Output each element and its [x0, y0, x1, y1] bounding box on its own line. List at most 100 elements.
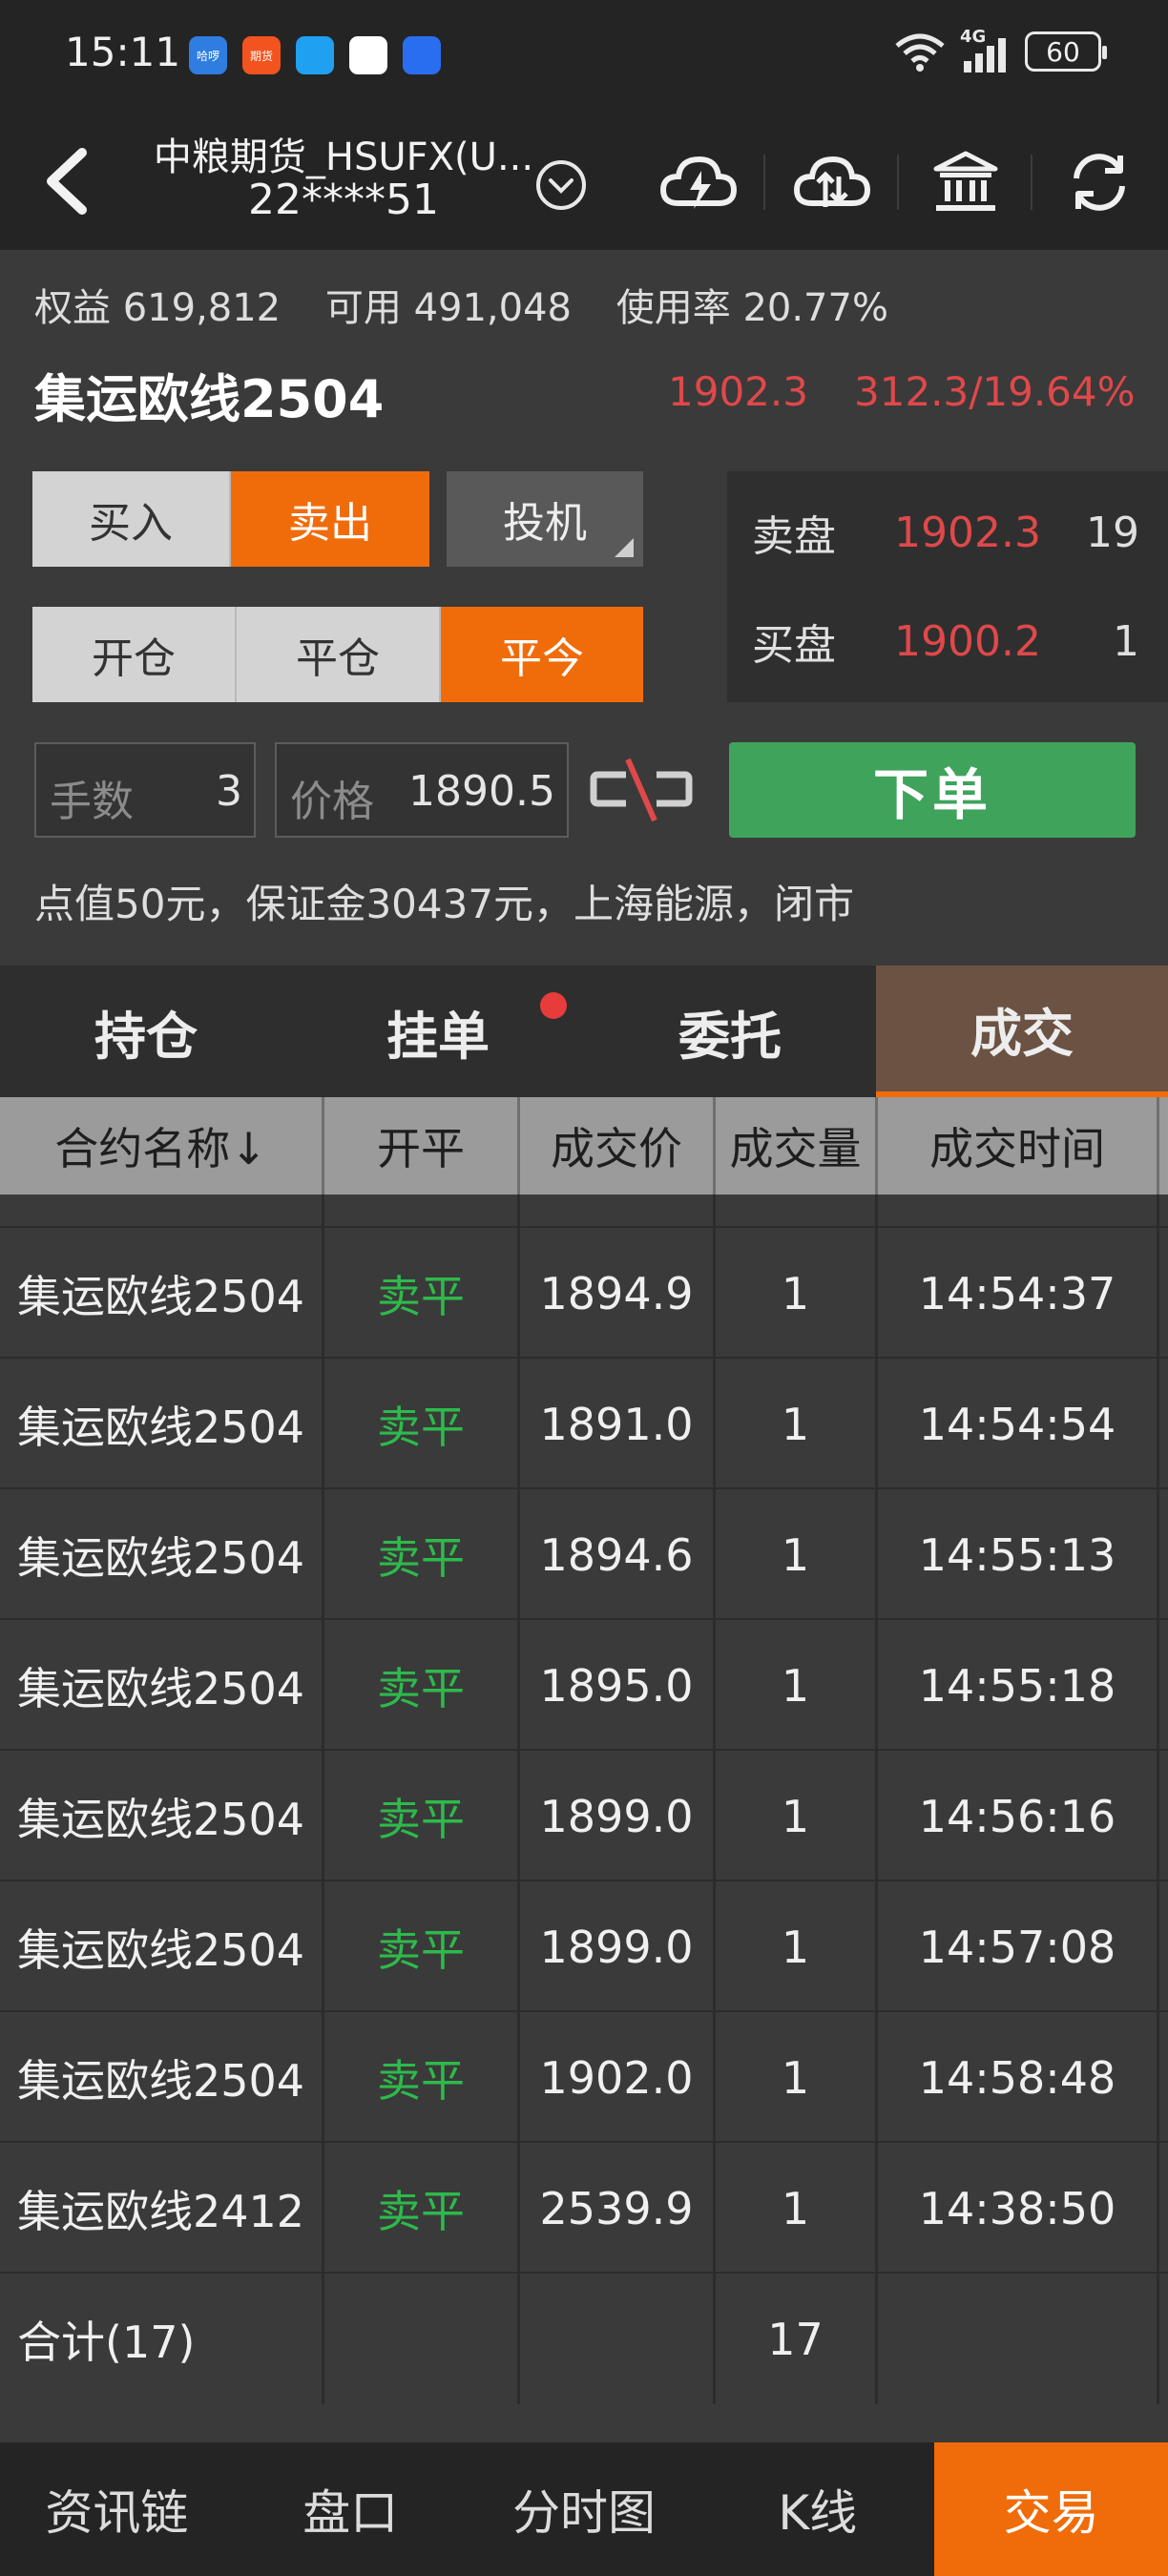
- cell-volume: 1: [716, 1489, 878, 1620]
- buy-button[interactable]: 买入: [32, 471, 231, 567]
- cell-time: 14:54:37: [878, 1228, 1159, 1359]
- cell-volume: 1: [716, 1359, 878, 1489]
- cell-spacer: [1159, 1620, 1168, 1751]
- account-id[interactable]: 22****51: [143, 176, 544, 224]
- cell-offset: 卖平: [324, 1881, 520, 2012]
- order-panel: 权益 619,812 可用 491,048 使用率 20.77% 集运欧线250…: [0, 250, 1168, 966]
- cell-spacer: [1159, 1228, 1168, 1359]
- cell-contract: 集运欧线2412: [0, 2143, 324, 2274]
- table-row[interactable]: 集运欧线2504 卖平 1891.0 1 14:54:54: [0, 1359, 1168, 1489]
- notification-dot: [540, 992, 567, 1019]
- table-row[interactable]: 集运欧线2504 卖平 1899.0 1 14:56:16: [0, 1751, 1168, 1881]
- cell-price: 1895.0: [520, 1620, 716, 1751]
- close-button[interactable]: 平仓: [237, 607, 441, 702]
- header-divider: [763, 155, 765, 210]
- cloud-sync-button[interactable]: [784, 139, 880, 225]
- hedge-type-label: 投机: [503, 499, 587, 548]
- bank-button[interactable]: [918, 139, 1013, 225]
- cell-contract: 集运欧线2504: [0, 1620, 324, 1751]
- sell-button[interactable]: 卖出: [231, 471, 429, 567]
- ask-price: 1902.3: [894, 508, 1041, 557]
- bank-icon: [933, 151, 998, 211]
- submit-order-button[interactable]: 下单: [729, 742, 1136, 838]
- cell-time: 14:54:54: [878, 1359, 1159, 1489]
- usage-info: 使用率 20.77%: [615, 286, 888, 330]
- table-row[interactable]: 集运欧线2504 卖平 1895.0 1 14:55:18: [0, 1620, 1168, 1751]
- nav-intraday-chart[interactable]: 分时图: [468, 2442, 701, 2576]
- back-button[interactable]: [19, 134, 115, 229]
- cell-spacer: [1159, 1751, 1168, 1881]
- cell-empty: [324, 2274, 520, 2404]
- price-change: 312.3/19.64%: [854, 368, 1136, 415]
- nav-kline[interactable]: K线: [700, 2442, 934, 2576]
- wifi-icon: [895, 33, 945, 72]
- table-row[interactable]: 集运欧线2504 卖平 1894.9 1 14:54:37: [0, 1228, 1168, 1359]
- cell-offset: 卖平: [324, 2012, 520, 2143]
- bid-label: 买盘: [752, 621, 836, 670]
- unlink-icon[interactable]: [588, 752, 695, 828]
- quantity-field[interactable]: 手数 3: [34, 742, 256, 838]
- ask-label: 卖盘: [752, 512, 836, 561]
- trades-table[interactable]: 集运欧线2504卖平1895.0114:54:05集运欧线2504卖平1894.…: [0, 1097, 1168, 2442]
- cell-time: 14:58:48: [878, 2012, 1159, 2143]
- cell-price: 1902.0: [520, 2012, 716, 2143]
- account-name[interactable]: 中粮期货_HSUFX(U...: [143, 126, 544, 181]
- cell-volume: 1: [716, 2143, 878, 2274]
- ask-row[interactable]: 卖盘 1902.3 19: [727, 485, 1168, 580]
- nav-trade[interactable]: 交易: [934, 2442, 1168, 2576]
- hedge-type-select[interactable]: 投机: [447, 471, 643, 567]
- cell-offset: 卖平: [324, 2143, 520, 2274]
- table-row[interactable]: 集运欧线2504 卖平 1899.0 1 14:57:08: [0, 1881, 1168, 2012]
- total-volume: 17: [716, 2274, 878, 2404]
- cell-volume: 1: [716, 1228, 878, 1359]
- quantity-value: 3: [216, 767, 242, 816]
- nav-orderbook[interactable]: 盘口: [234, 2442, 468, 2576]
- table-row[interactable]: 集运欧线2412 卖平 2539.9 1 14:38:50: [0, 2143, 1168, 2274]
- column-header-price[interactable]: 成交价: [520, 1097, 716, 1195]
- bid-row[interactable]: 买盘 1900.2 1: [727, 593, 1168, 689]
- column-header-volume[interactable]: 成交量: [716, 1097, 878, 1195]
- cell-price: 2539.9: [520, 2143, 716, 2274]
- price-field[interactable]: 价格 1890.5: [275, 742, 569, 838]
- tab-pending-orders[interactable]: 挂单: [292, 966, 584, 1097]
- open-button[interactable]: 开仓: [32, 607, 237, 702]
- app-icon-5: [403, 36, 441, 74]
- cell-volume: 1: [716, 1751, 878, 1881]
- table-total-row: 合计(17) 17: [0, 2274, 1168, 2404]
- column-header-time[interactable]: 成交时间: [878, 1097, 1159, 1195]
- cell-offset: 卖平: [324, 1359, 520, 1489]
- cell-price: 1899.0: [520, 1751, 716, 1881]
- status-right: 4G 60: [893, 27, 1107, 73]
- cell-empty: [520, 2274, 716, 2404]
- cloud-lightning-button[interactable]: [651, 139, 746, 225]
- dropdown-corner-icon: [615, 538, 634, 557]
- cloud-sync-icon: [793, 156, 871, 207]
- signal-icon: 4G: [960, 27, 1012, 73]
- cell-offset: 卖平: [324, 1489, 520, 1620]
- cell-contract: 集运欧线2504: [0, 1751, 324, 1881]
- network-type: 4G: [960, 27, 987, 47]
- nav-news[interactable]: 资讯链: [0, 2442, 234, 2576]
- column-header-spacer: [1159, 1097, 1168, 1195]
- close-today-button[interactable]: 平今: [441, 607, 643, 702]
- chevron-down-circle-icon[interactable]: [534, 158, 588, 212]
- column-header-offset[interactable]: 开平: [324, 1097, 520, 1195]
- cell-spacer: [1159, 1489, 1168, 1620]
- refresh-button[interactable]: [1052, 139, 1147, 225]
- cell-spacer: [1159, 1881, 1168, 2012]
- tab-orders[interactable]: 委托: [584, 966, 876, 1097]
- cell-spacer: [1159, 2143, 1168, 2274]
- ask-volume: 19: [1086, 508, 1139, 557]
- column-header-contract[interactable]: 合约名称↓: [0, 1097, 324, 1195]
- tab-trades[interactable]: 成交: [876, 966, 1168, 1097]
- tab-positions[interactable]: 持仓: [0, 966, 292, 1097]
- table-row[interactable]: 集运欧线2504 卖平 1894.6 1 14:55:13: [0, 1489, 1168, 1620]
- equity-info: 权益 619,812: [34, 286, 282, 330]
- cell-time: 14:55:18: [878, 1620, 1159, 1751]
- contract-name[interactable]: 集运欧线2504: [34, 357, 384, 432]
- app-icon-2: 期货: [242, 36, 281, 74]
- cell-volume: 1: [716, 1881, 878, 2012]
- cell-offset: 卖平: [324, 1620, 520, 1751]
- table-row[interactable]: 集运欧线2504 卖平 1902.0 1 14:58:48: [0, 2012, 1168, 2143]
- status-bar: 15:11 哈啰 期货 4G 60: [0, 0, 1168, 114]
